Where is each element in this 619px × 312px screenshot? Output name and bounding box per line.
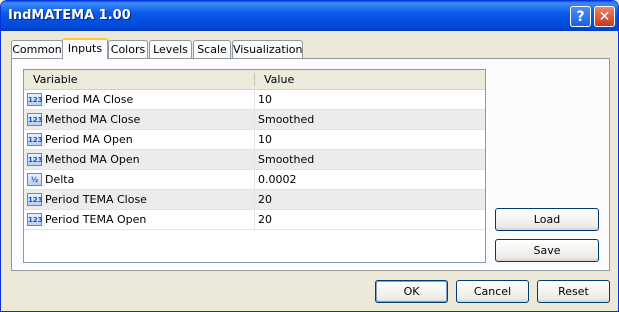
tab-levels[interactable]: Levels xyxy=(149,40,192,58)
tab-inputs[interactable]: Inputs xyxy=(62,38,108,59)
load-button[interactable]: Load xyxy=(495,208,599,231)
tab-common[interactable]: Common xyxy=(11,40,63,58)
tab-visualization[interactable]: Visualization xyxy=(232,40,303,58)
table-row[interactable]: 123 Method MA Open Smoothed xyxy=(24,150,485,170)
tab-scale[interactable]: Scale xyxy=(193,40,231,58)
table-row[interactable]: ½ Delta 0.0002 xyxy=(24,170,485,190)
variable-value[interactable]: 10 xyxy=(258,130,272,149)
table-row[interactable]: 123 Method MA Close Smoothed xyxy=(24,110,485,130)
reset-button[interactable]: Reset xyxy=(537,280,610,303)
window-title: IndMATEMA 1.00 xyxy=(8,8,131,23)
table-row[interactable]: 123 Period TEMA Open 20 xyxy=(24,210,485,230)
variable-value[interactable]: Smoothed xyxy=(258,110,314,129)
double-icon: ½ xyxy=(27,173,42,186)
variable-value[interactable]: 20 xyxy=(258,190,272,209)
integer-icon: 123 xyxy=(27,193,43,206)
table-row[interactable]: 123 Period MA Close 10 xyxy=(24,90,485,110)
help-button[interactable]: ? xyxy=(570,6,591,27)
title-bar[interactable]: IndMATEMA 1.00 ? ✕ xyxy=(1,1,618,31)
integer-icon: 123 xyxy=(27,93,43,106)
save-button[interactable]: Save xyxy=(495,239,599,262)
inputs-panel: Variable Value 123 Period MA Close 10 12… xyxy=(11,58,610,271)
variable-name: Period MA Open xyxy=(45,133,133,146)
variable-name: Delta xyxy=(45,173,75,186)
column-header-variable[interactable]: Variable xyxy=(24,70,254,89)
variable-value[interactable]: 0.0002 xyxy=(258,170,297,189)
variable-name: Period TEMA Close xyxy=(45,193,147,206)
variable-value[interactable]: Smoothed xyxy=(258,150,314,169)
close-button[interactable]: ✕ xyxy=(594,6,615,27)
integer-icon: 123 xyxy=(27,113,43,126)
ok-button[interactable]: OK xyxy=(375,280,448,303)
variable-name: Method MA Close xyxy=(45,113,141,126)
table-header: Variable Value xyxy=(24,70,485,90)
variable-name: Method MA Open xyxy=(45,153,140,166)
table-row[interactable]: 123 Period TEMA Close 20 xyxy=(24,190,485,210)
variable-value[interactable]: 20 xyxy=(258,210,272,229)
integer-icon: 123 xyxy=(27,213,43,226)
inputs-table: Variable Value 123 Period MA Close 10 12… xyxy=(23,69,486,263)
tab-colors[interactable]: Colors xyxy=(108,40,148,58)
integer-icon: 123 xyxy=(27,133,43,146)
variable-value[interactable]: 10 xyxy=(258,90,272,109)
integer-icon: 123 xyxy=(27,153,43,166)
variable-name: Period TEMA Open xyxy=(45,213,147,226)
cancel-button[interactable]: Cancel xyxy=(456,280,529,303)
table-row[interactable]: 123 Period MA Open 10 xyxy=(24,130,485,150)
variable-name: Period MA Close xyxy=(45,93,134,106)
column-header-value[interactable]: Value xyxy=(255,70,485,89)
dialog-window: IndMATEMA 1.00 ? ✕ Common Inputs Colors … xyxy=(0,0,619,312)
